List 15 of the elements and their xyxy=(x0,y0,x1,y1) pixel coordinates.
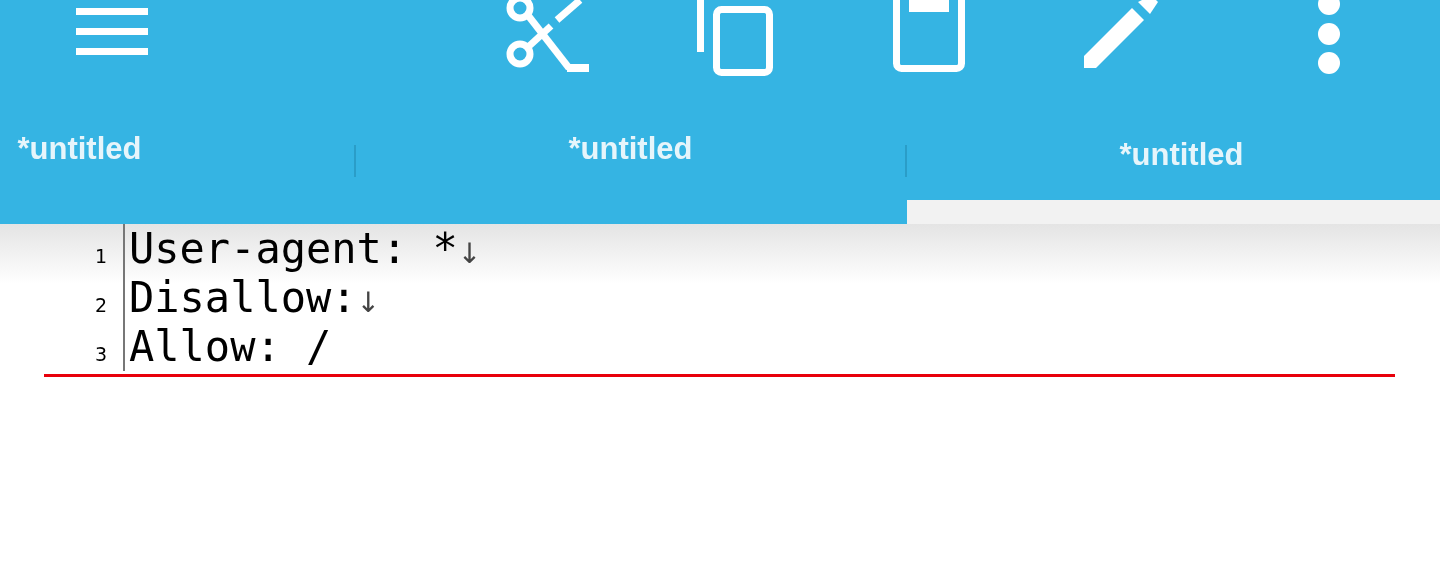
tab[interactable]: *untitled xyxy=(0,110,354,224)
line-end-mark: ↓ xyxy=(356,285,381,321)
save-icon[interactable] xyxy=(893,0,965,72)
line-number: 1 xyxy=(0,224,125,273)
line-number: 3 xyxy=(0,322,125,371)
code-line: Disallow: xyxy=(128,275,357,321)
code-line: User-agent: * xyxy=(128,226,458,272)
copy-icon[interactable] xyxy=(697,0,773,76)
pencil-icon[interactable] xyxy=(1084,0,1158,68)
line-number: 2 xyxy=(0,273,125,322)
tab[interactable]: *untitled xyxy=(356,110,905,224)
scissors-icon[interactable] xyxy=(505,0,589,72)
more-icon[interactable] xyxy=(1316,0,1342,74)
line-end-mark: ↓ xyxy=(457,236,482,272)
code-line: Allow: / xyxy=(128,324,332,370)
